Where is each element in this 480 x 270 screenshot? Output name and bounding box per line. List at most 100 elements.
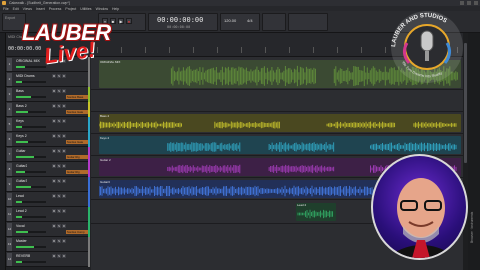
fx-bin[interactable]: Sonitus Gate	[66, 140, 88, 144]
browser-label[interactable]: Browser · Instruments	[470, 212, 474, 243]
solo-button[interactable]: S	[57, 149, 61, 153]
close-icon[interactable]	[474, 1, 478, 5]
track-name[interactable]: Guitar	[16, 149, 26, 153]
studio-logo: LAUBER AND STUDIOS We Turn Dreams Into R…	[391, 11, 463, 83]
menu-help[interactable]: Help	[112, 7, 119, 11]
export-preset[interactable]: Export	[5, 16, 15, 20]
mute-button[interactable]: M	[52, 104, 56, 108]
mute-button[interactable]: M	[52, 239, 56, 243]
solo-button[interactable]: S	[57, 179, 61, 183]
solo-button[interactable]: S	[57, 164, 61, 168]
fx-bin[interactable]: Guitar Rig	[66, 170, 88, 174]
track-row[interactable]: 12 Vocal M S R Sonitus Comp	[6, 222, 90, 237]
time-secondary: 00:00:00:00	[167, 25, 191, 29]
mute-button[interactable]: M	[52, 209, 56, 213]
clip-keys[interactable]: Keys 2	[99, 136, 461, 154]
menu-views[interactable]: Views	[23, 7, 32, 11]
record-arm-button[interactable]: R	[62, 224, 66, 228]
ruler-tick	[313, 47, 314, 53]
track-buttons: MSR	[52, 104, 66, 108]
mute-button[interactable]: M	[52, 134, 56, 138]
track-name[interactable]: Keys 2	[16, 134, 27, 138]
track-row[interactable]: 6 Keys 2 M S R Sonitus Gate	[6, 132, 90, 147]
record-arm-button[interactable]: R	[62, 194, 66, 198]
record-arm-button[interactable]: R	[62, 179, 66, 183]
meter-fill	[16, 246, 34, 248]
track-row[interactable]: 4 Bass 2 M S R Sonitus Gate	[6, 102, 90, 117]
track-number: 14	[7, 253, 12, 266]
track-buttons: MSR	[52, 194, 66, 198]
record-icon[interactable]: ●	[126, 18, 132, 24]
menu-file[interactable]: File	[3, 7, 9, 11]
clip-waveform	[297, 209, 333, 219]
track-name[interactable]: Master	[16, 239, 27, 243]
track-color-strip	[88, 117, 90, 132]
menu-process[interactable]: Process	[49, 7, 62, 11]
brand-logo: LAUBER Live!	[22, 20, 122, 90]
track-meter	[16, 261, 46, 263]
track-name[interactable]: Guitar3	[16, 179, 27, 183]
solo-button[interactable]: S	[57, 104, 61, 108]
mute-button[interactable]: M	[52, 149, 56, 153]
track-name[interactable]: Lead	[16, 194, 24, 198]
track-row[interactable]: 14 REVERB M S R	[6, 252, 90, 267]
record-arm-button[interactable]: R	[62, 254, 66, 258]
solo-button[interactable]: S	[57, 224, 61, 228]
cakewalk-window: Cakewalk - [Sudiheit_Generation.cwp*] Fi…	[0, 0, 480, 270]
record-arm-button[interactable]: R	[62, 149, 66, 153]
solo-button[interactable]: S	[57, 209, 61, 213]
tempo-value[interactable]: 120.00	[224, 18, 236, 23]
solo-button[interactable]: S	[57, 194, 61, 198]
mute-button[interactable]: M	[52, 254, 56, 258]
menu-edit[interactable]: Edit	[13, 7, 19, 11]
menu-window[interactable]: Window	[96, 7, 108, 11]
mute-button[interactable]: M	[52, 119, 56, 123]
fx-bin[interactable]: Guitar Rig	[66, 155, 88, 159]
fx-bin[interactable]: Sonitus Gate	[66, 110, 88, 114]
meter-fill	[16, 231, 28, 233]
track-name[interactable]: Bass 2	[16, 104, 27, 108]
track-buttons: MSR	[52, 179, 66, 183]
fx-bin[interactable]: Sonitus Bass	[66, 95, 88, 99]
record-arm-button[interactable]: R	[62, 209, 66, 213]
track-name[interactable]: Vocal	[16, 224, 25, 228]
track-color-strip	[88, 162, 90, 177]
track-row[interactable]: 10 Lead M S R	[6, 192, 90, 207]
track-color-strip	[88, 177, 90, 192]
menu-utilities[interactable]: Utilities	[80, 7, 91, 11]
track-meter	[16, 231, 46, 233]
solo-button[interactable]: S	[57, 119, 61, 123]
lane-bass: Bass 2	[91, 112, 463, 134]
track-name[interactable]: Lead 2	[16, 209, 27, 213]
track-name[interactable]: REVERB	[16, 254, 30, 258]
track-row[interactable]: 11 Lead 2 MSR	[6, 207, 90, 222]
mute-button[interactable]: M	[52, 224, 56, 228]
solo-button[interactable]: S	[57, 239, 61, 243]
track-row[interactable]: 9 Guitar3 M S R	[6, 177, 90, 192]
mute-button[interactable]: M	[52, 179, 56, 183]
meter-value[interactable]: 4/4	[247, 18, 253, 23]
menu-insert[interactable]: Insert	[36, 7, 45, 11]
meter-fill	[16, 141, 28, 143]
track-row[interactable]: 8 Guitar2 M S R Guitar Rig	[6, 162, 90, 177]
clip-lead[interactable]: Lead 2	[296, 203, 336, 221]
menu-project[interactable]: Project	[65, 7, 76, 11]
track-name[interactable]: Keys	[16, 119, 24, 123]
fx-bin[interactable]: Sonitus Comp	[66, 230, 88, 234]
mute-button[interactable]: M	[52, 194, 56, 198]
record-arm-button[interactable]: R	[62, 104, 66, 108]
mute-button[interactable]: M	[52, 164, 56, 168]
track-row[interactable]: 5 Keys M S R	[6, 117, 90, 132]
track-row[interactable]: 13 Master M S R	[6, 237, 90, 252]
record-arm-button[interactable]: R	[62, 164, 66, 168]
track-name[interactable]: Guitar2	[16, 164, 27, 168]
track-meter	[16, 111, 46, 113]
record-arm-button[interactable]: R	[62, 239, 66, 243]
solo-button[interactable]: S	[57, 254, 61, 258]
lane-empty-1	[91, 90, 463, 112]
solo-button[interactable]: S	[57, 134, 61, 138]
track-row[interactable]: 7 Guitar M S R Guitar Rig	[6, 147, 90, 162]
record-arm-button[interactable]: R	[62, 134, 66, 138]
clip-bass[interactable]: Bass 2	[99, 114, 461, 132]
record-arm-button[interactable]: R	[62, 119, 66, 123]
